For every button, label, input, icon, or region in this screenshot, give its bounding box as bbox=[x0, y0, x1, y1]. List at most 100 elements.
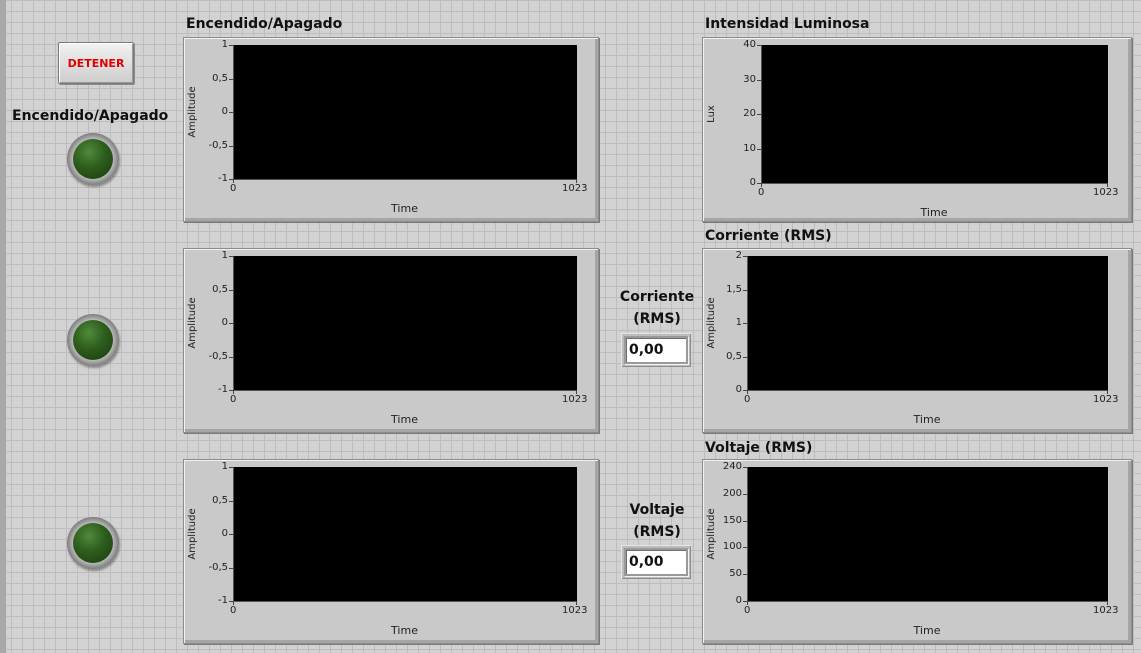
x-tick-label: 1023 bbox=[562, 394, 588, 405]
x-tick-mark bbox=[1107, 390, 1108, 394]
corriente-label-line2: (RMS) bbox=[633, 311, 681, 327]
y-tick-mark bbox=[229, 534, 233, 535]
led-indicator-3[interactable] bbox=[67, 517, 119, 569]
x-axis-label-g5: Time bbox=[913, 413, 941, 426]
y-tick-mark bbox=[757, 79, 761, 81]
led-light bbox=[73, 139, 113, 179]
x-axis-label-g2: Time bbox=[391, 413, 418, 426]
led-light bbox=[73, 320, 113, 360]
y-axis-label-g4: Lux bbox=[706, 105, 717, 123]
y-tick-label: -0,5 bbox=[208, 561, 228, 573]
y-tick-label: 10 bbox=[743, 142, 756, 154]
x-tick-label: 1023 bbox=[1093, 187, 1119, 198]
x-tick-label: 1023 bbox=[562, 183, 588, 194]
y-tick-mark bbox=[229, 145, 233, 147]
plot-area-g3[interactable] bbox=[233, 467, 577, 602]
x-tick-mark bbox=[233, 390, 234, 394]
voltaje-value: 0,00 bbox=[624, 548, 688, 576]
plot-area-g2[interactable] bbox=[233, 256, 577, 391]
plot-area-g4[interactable] bbox=[761, 45, 1108, 184]
y-tick-mark bbox=[743, 574, 747, 576]
y-tick-mark bbox=[229, 256, 233, 257]
led-indicator-1[interactable] bbox=[67, 133, 119, 185]
y-tick-label: 30 bbox=[743, 73, 756, 85]
voltaje-label-line1: Voltaje bbox=[629, 502, 685, 518]
x-tick-label: 0 bbox=[230, 605, 237, 616]
x-tick-mark bbox=[1107, 183, 1108, 187]
graph-title-g4: Intensidad Luminosa bbox=[705, 16, 870, 32]
plot-area-g1[interactable] bbox=[233, 45, 577, 180]
x-axis-label-g3: Time bbox=[391, 624, 418, 637]
x-axis-label-g1: Time bbox=[391, 202, 418, 215]
y-axis-label-g6: Amplitude bbox=[706, 508, 717, 560]
x-tick-label: 0 bbox=[230, 394, 237, 405]
y-tick-mark bbox=[743, 547, 747, 549]
y-tick-label: 1 bbox=[221, 39, 228, 50]
x-tick-mark bbox=[576, 390, 577, 394]
y-tick-label: 0,5 bbox=[212, 283, 228, 295]
plot-area-g5[interactable] bbox=[747, 256, 1108, 391]
led-indicator-2[interactable] bbox=[67, 314, 119, 366]
y-tick-label: 0 bbox=[221, 317, 228, 328]
voltaje-indicator-label: Voltaje (RMS) bbox=[617, 499, 697, 543]
corriente-indicator-frame: 0,00 bbox=[621, 333, 691, 367]
x-tick-mark bbox=[576, 601, 577, 605]
y-axis-label-g1: Amplitude bbox=[187, 86, 198, 138]
y-tick-label: 0 bbox=[749, 177, 756, 188]
y-tick-mark bbox=[229, 78, 233, 80]
x-tick-label: 0 bbox=[230, 183, 237, 194]
y-tick-mark bbox=[743, 289, 747, 291]
x-axis-label-g4: Time bbox=[920, 206, 948, 219]
y-axis-label-g3: Amplitude bbox=[187, 508, 198, 560]
y-tick-label: 240 bbox=[722, 461, 742, 472]
y-tick-mark bbox=[743, 323, 747, 324]
x-tick-mark bbox=[233, 601, 234, 605]
graph-title-g1: Encendido/Apagado bbox=[186, 16, 343, 32]
y-tick-label: -0,5 bbox=[208, 350, 228, 362]
y-tick-mark bbox=[743, 256, 747, 257]
y-tick-mark bbox=[743, 467, 747, 468]
y-tick-label: -1 bbox=[218, 384, 228, 395]
y-tick-mark bbox=[229, 467, 233, 468]
graph-title-g5: Corriente (RMS) bbox=[705, 228, 832, 244]
led-light bbox=[73, 523, 113, 563]
graph-title-g6: Voltaje (RMS) bbox=[705, 440, 813, 456]
x-tick-label: 0 bbox=[744, 605, 751, 616]
led-section-label: Encendido/Apagado bbox=[12, 108, 169, 124]
y-tick-mark bbox=[757, 148, 761, 150]
y-tick-mark bbox=[229, 112, 233, 113]
y-tick-label: 0 bbox=[735, 595, 742, 606]
corriente-indicator-label: Corriente (RMS) bbox=[617, 286, 697, 330]
y-tick-mark bbox=[757, 45, 761, 46]
x-tick-label: 0 bbox=[758, 187, 765, 198]
y-tick-label: 40 bbox=[743, 39, 756, 50]
y-tick-mark bbox=[229, 500, 233, 502]
voltaje-indicator-frame: 0,00 bbox=[621, 545, 691, 579]
y-tick-label: -1 bbox=[218, 595, 228, 606]
y-tick-label: 0,5 bbox=[212, 72, 228, 84]
stop-button[interactable]: DETENER bbox=[58, 42, 134, 84]
x-tick-label: 1023 bbox=[1093, 605, 1119, 616]
x-tick-label: 0 bbox=[744, 394, 751, 405]
x-tick-mark bbox=[747, 601, 748, 605]
x-tick-mark bbox=[1107, 601, 1108, 605]
y-tick-mark bbox=[229, 567, 233, 569]
y-axis-label-g2: Amplitude bbox=[187, 297, 198, 349]
y-tick-label: 0,5 bbox=[212, 494, 228, 506]
y-tick-label: 1 bbox=[221, 461, 228, 472]
x-axis-label-g6: Time bbox=[913, 624, 941, 637]
x-tick-mark bbox=[576, 179, 577, 183]
y-tick-label: 0 bbox=[221, 106, 228, 117]
y-tick-mark bbox=[743, 493, 747, 495]
x-tick-mark bbox=[761, 183, 762, 187]
y-tick-mark bbox=[743, 520, 747, 522]
plot-area-g6[interactable] bbox=[747, 467, 1108, 602]
x-tick-label: 1023 bbox=[562, 605, 588, 616]
corriente-label-line1: Corriente bbox=[619, 289, 695, 305]
y-tick-label: -1 bbox=[218, 173, 228, 184]
y-tick-mark bbox=[757, 114, 761, 115]
y-axis-label-g5: Amplitude bbox=[706, 297, 717, 349]
y-tick-mark bbox=[229, 289, 233, 291]
y-tick-label: 2 bbox=[735, 250, 742, 261]
y-tick-mark bbox=[229, 356, 233, 358]
